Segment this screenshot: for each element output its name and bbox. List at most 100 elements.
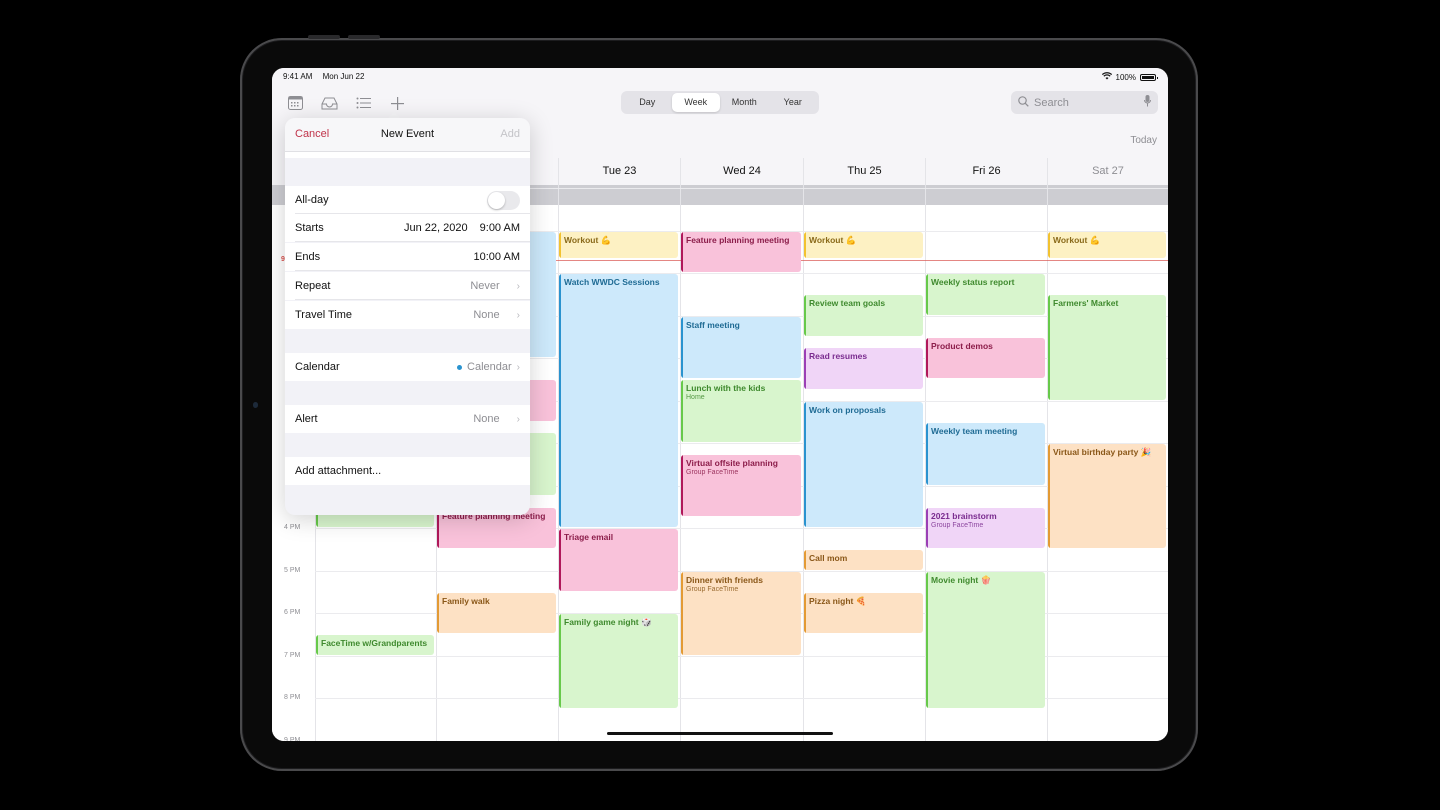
ends-value: 10:00 AM [474,251,520,263]
calendar-event[interactable]: Pizza night 🍕 [804,592,923,634]
search-icon [1018,95,1029,110]
hour-label: 4 PM [284,524,301,531]
event-title: Weekly status report [931,277,1015,287]
event-title: Product demos [931,340,993,351]
view-segmented-control: Day Week Month Year [621,91,819,114]
event-color-bar [681,380,683,442]
alert-row[interactable]: Alert None › [285,405,530,433]
calendar-event[interactable]: Weekly status report [926,274,1045,315]
battery-percent: 100% [1115,72,1136,82]
ends-time[interactable]: 10:00 AM [474,251,520,263]
calendar-event[interactable]: Lunch with the kids Home [681,380,801,442]
day-header[interactable]: Tue 23 [558,158,680,185]
home-indicator [607,732,833,735]
hour-label: 8 PM [284,694,301,701]
event-color-bar [559,274,561,527]
calendar-event[interactable]: Read resumes [804,348,923,389]
event-title: Watch WWDC Sessions [564,277,660,287]
travel-time-value-text: None [473,309,500,321]
calendar-event[interactable]: Dinner with friends Group FaceTime [681,571,801,655]
tab-week[interactable]: Week [671,93,720,112]
allday-toggle[interactable] [487,190,520,210]
repeat-value: Never › [470,280,520,292]
calendar-icon[interactable] [286,94,304,112]
event-location: Home [686,394,705,402]
day-header[interactable]: Wed 24 [680,158,803,185]
status-bar-left: 9:41 AM Mon Jun 22 [283,72,372,81]
microphone-icon[interactable] [1144,95,1151,110]
tab-year[interactable]: Year [769,93,818,112]
calendar-event[interactable]: Triage email [559,529,678,591]
add-icon[interactable] [388,94,406,112]
calendar-event[interactable]: Watch WWDC Sessions [559,274,678,527]
hardware-button [308,35,340,39]
add-button[interactable]: Add [500,128,520,140]
calendar-value-text: Calendar [467,361,512,373]
tab-day[interactable]: Day [623,93,672,112]
list-icon[interactable] [354,94,372,112]
repeat-label: Repeat [295,280,331,292]
today-button[interactable]: Today [1130,135,1157,146]
chevron-right-icon: › [516,309,520,321]
starts-value: Jun 22, 2020 9:00 AM [404,222,520,234]
add-attachment-row[interactable]: Add attachment... [285,457,530,485]
alert-label: Alert [295,413,318,425]
calendar-event[interactable]: Family walk [437,592,556,634]
status-time: 9:41 AM [283,72,313,81]
hour-label: 9 PM [284,736,301,742]
event-color-bar [681,571,683,655]
calendar-event[interactable]: Workout 💪 [804,231,923,258]
repeat-row[interactable]: Repeat Never › [285,272,530,300]
day-header[interactable]: Sat 27 [1047,158,1168,185]
event-color-bar [926,337,928,379]
search-input[interactable]: Search [1011,91,1158,114]
event-title: Feature planning meeting [686,234,790,245]
location-row[interactable] [285,152,530,158]
calendar-event[interactable]: Workout 💪 [1048,231,1166,258]
tab-month[interactable]: Month [720,93,769,112]
add-attachment-label: Add attachment... [295,465,382,477]
event-title: Work on proposals [809,404,886,415]
calendar-event[interactable]: Workout 💪 [559,231,678,258]
calendar-event[interactable]: Movie night 🍿 [926,571,1045,708]
day-header[interactable]: Thu 25 [803,158,925,185]
event-title: Dinner with friends [686,574,763,585]
repeat-value-text: Never [470,280,500,292]
event-location: Group FaceTime [686,585,739,593]
calendar-event[interactable]: Family game night 🎲 [559,614,678,708]
calendar-event[interactable]: Farmers' Market [1048,295,1166,400]
ends-row[interactable]: Ends 10:00 AM [285,243,530,271]
inbox-icon[interactable] [320,94,338,112]
calendar-event[interactable]: Virtual offsite planning Group FaceTime [681,454,801,517]
travel-time-row[interactable]: Travel Time None › [285,301,530,329]
chevron-right-icon: › [516,413,520,425]
calendar-event[interactable]: Virtual birthday party 🎉 [1048,444,1166,549]
event-color-bar [804,550,806,570]
calendar-event[interactable]: Call mom [804,550,923,570]
event-title: Call mom [809,553,848,564]
travel-time-label: Travel Time [295,309,353,321]
event-color-bar [926,274,928,315]
travel-time-value: None › [473,309,520,321]
calendar-event[interactable]: Product demos [926,337,1045,379]
starts-date[interactable]: Jun 22, 2020 [404,222,468,234]
calendar-event[interactable]: FaceTime w/Grandparents [316,635,434,655]
event-title: Family game night 🎲 [564,617,652,627]
calendar-row[interactable]: Calendar Calendar › [285,353,530,381]
starts-time[interactable]: 9:00 AM [480,222,520,234]
calendar-event[interactable]: Work on proposals [804,401,923,527]
starts-row[interactable]: Starts Jun 22, 2020 9:00 AM [285,214,530,242]
day-header[interactable]: Fri 26 [925,158,1047,185]
event-color-bar [681,454,683,517]
calendar-event[interactable]: 2021 brainstorm Group FaceTime [926,507,1045,549]
event-color-bar [804,295,806,336]
calendar-event[interactable]: Review team goals [804,295,923,336]
event-color-bar [804,231,806,258]
calendar-event[interactable]: Weekly team meeting [926,422,1045,485]
calendar-event[interactable]: Feature planning meeting [681,231,801,272]
popover-header: Cancel New Event Add [285,118,530,152]
calendar-event[interactable]: Staff meeting [681,316,801,379]
event-color-bar [559,231,561,258]
event-location: Group FaceTime [931,521,984,529]
event-color-bar [559,529,561,591]
